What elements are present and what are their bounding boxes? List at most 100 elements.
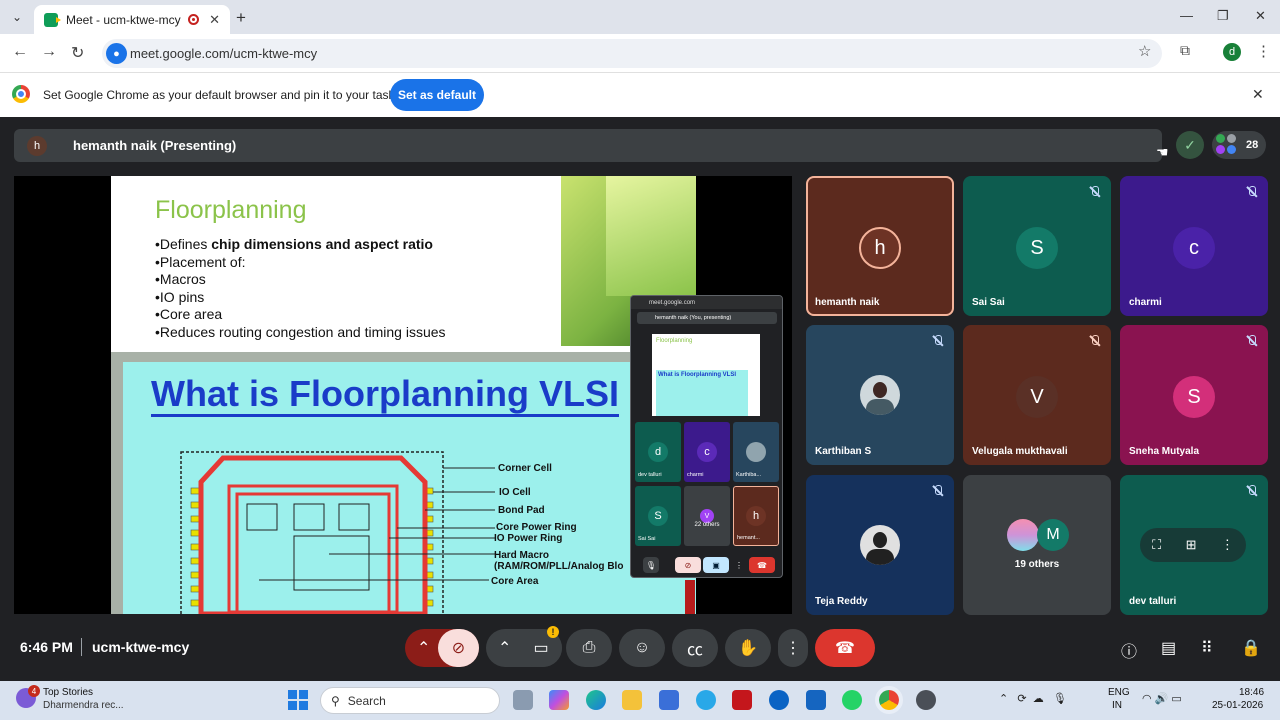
taskbar-search[interactable]: ⚲ Search xyxy=(320,687,500,714)
pip-avatar: V xyxy=(700,509,714,523)
bullet-text: •Placement of: xyxy=(155,253,246,270)
outlook-icon[interactable] xyxy=(806,690,826,710)
language-indicator[interactable]: ENG xyxy=(1108,687,1130,698)
forward-arrow-icon[interactable]: → xyxy=(41,43,57,61)
participant-tile[interactable]: V Velugala mukthavali xyxy=(963,325,1111,465)
reactions-button[interactable]: ☺ xyxy=(619,629,665,667)
label-bond-pad: Bond Pad xyxy=(498,505,545,516)
meeting-info-icon[interactable]: ⓘ xyxy=(1121,638,1137,662)
participant-tile[interactable]: c charmi xyxy=(1120,176,1268,316)
profile-avatar[interactable]: d xyxy=(1223,43,1241,61)
pip-slide-heading: What is Floorplanning VLSI xyxy=(658,372,736,378)
meeting-time: 6:46 PM xyxy=(20,639,73,655)
pip-presenting-bar: hemanth naik (You, presenting) xyxy=(637,312,777,324)
tile-more-icon[interactable]: ⋮ xyxy=(1221,537,1234,553)
chrome-taskbar-icon[interactable] xyxy=(875,686,903,714)
pip-camera-off-icon[interactable]: ⊘ xyxy=(675,557,701,573)
edge-icon[interactable] xyxy=(586,690,606,710)
host-controls-check-icon[interactable]: ✓ xyxy=(1176,131,1204,159)
taskbar-date[interactable]: 25-01-2026 xyxy=(1212,700,1263,711)
whatsapp-icon[interactable] xyxy=(842,690,862,710)
system-tray[interactable]: ⌃ ⟳ ☁ 🎙 xyxy=(999,692,1067,705)
pin-tile-icon[interactable]: ⊞ xyxy=(1186,537,1197,553)
minimize-icon[interactable]: — xyxy=(1180,8,1193,23)
task-view-icon[interactable] xyxy=(513,690,533,710)
chat-icon[interactable]: ▤ xyxy=(1161,638,1176,658)
url-text: meet.google.com/ucm-ktwe-mcy xyxy=(130,46,318,61)
file-explorer-icon[interactable] xyxy=(622,690,642,710)
pip-end-call-icon[interactable]: ☎ xyxy=(749,557,775,573)
taskbar-clock[interactable]: 18:46 xyxy=(1239,687,1264,698)
slide-bullets: •Defines chip dimensions and aspect rati… xyxy=(155,236,446,342)
raise-hand-button[interactable]: ✋ xyxy=(725,629,771,667)
extensions-puzzle-icon[interactable]: ⧉ xyxy=(1180,42,1190,59)
news-badge: 4 xyxy=(28,685,40,697)
bookmark-star-icon[interactable]: ☆ xyxy=(1138,42,1151,60)
region-indicator[interactable]: IN xyxy=(1112,700,1122,711)
participant-name: Karthiban S xyxy=(815,446,872,457)
address-bar[interactable]: ● meet.google.com/ucm-ktwe-mcy xyxy=(102,39,1162,68)
copilot-icon[interactable] xyxy=(549,690,569,710)
mic-in-use-icon[interactable]: ● xyxy=(106,43,127,64)
infobar-message: Set Google Chrome as your default browse… xyxy=(43,88,412,102)
back-arrow-icon[interactable]: ← xyxy=(12,43,28,61)
new-tab-plus-icon[interactable]: + xyxy=(236,8,246,28)
participant-tile[interactable]: h hemanth naik xyxy=(806,176,954,316)
chevron-up-icon[interactable]: ⌃ xyxy=(417,638,430,658)
pip-title-bar: meet.google.com xyxy=(631,296,782,309)
more-options-button[interactable]: ⋮ xyxy=(778,629,808,667)
wifi-volume-battery-icons[interactable]: ◠ 🔊 ▭ xyxy=(1142,692,1182,705)
others-tile[interactable]: M 19 others xyxy=(963,475,1111,615)
participant-tile[interactable]: S Sneha Mutyala xyxy=(1120,325,1268,465)
muted-mic-icon xyxy=(1246,186,1258,198)
participant-tile[interactable]: Karthiban S xyxy=(806,325,954,465)
app-icon[interactable] xyxy=(696,690,716,710)
shared-slide: Floorplanning •Defines chip dimensions a… xyxy=(111,176,696,614)
participant-name: Velugala mukthavali xyxy=(972,446,1068,457)
app-icon[interactable] xyxy=(916,690,936,710)
chrome-logo-icon xyxy=(12,85,30,103)
captions-button[interactable]: ㏄ xyxy=(672,629,718,667)
windows-start-icon[interactable] xyxy=(288,690,308,710)
hand-icon: ✋ xyxy=(738,640,758,657)
participant-tile[interactable]: S Sai Sai xyxy=(963,176,1111,316)
maximize-icon[interactable]: ❐ xyxy=(1217,8,1229,24)
pip-tile: c charmi xyxy=(684,422,730,482)
muted-mic-icon xyxy=(1089,186,1101,198)
participant-photo xyxy=(860,375,900,415)
mic-off-icon: ⊘ xyxy=(451,640,466,657)
pip-mic-icon[interactable]: 🎙 xyxy=(643,557,659,573)
store-icon[interactable] xyxy=(659,690,679,710)
tab-list-chevron-icon[interactable]: ⌄ xyxy=(6,7,28,27)
present-button[interactable]: ⎙ xyxy=(566,629,612,667)
tab-meet[interactable]: Meet - ucm-ktwe-mcy ✕ xyxy=(34,5,230,34)
participant-tile[interactable]: ⛶ ⊞ ⋮ dev talluri xyxy=(1120,475,1268,615)
frame-person-icon[interactable]: ⛶ xyxy=(1152,537,1161,553)
chrome-menu-icon[interactable]: ⋮ xyxy=(1256,42,1271,60)
pip-present-icon[interactable]: ▣ xyxy=(703,557,729,573)
activities-grid-icon[interactable]: ⠿ xyxy=(1201,638,1213,658)
leave-call-button[interactable]: ☎ xyxy=(815,629,875,667)
divider xyxy=(81,638,82,656)
others-count-label: 19 others xyxy=(1014,559,1060,570)
self-view-pip-window[interactable]: meet.google.com hemanth naik (You, prese… xyxy=(630,295,783,578)
pip-more-icon[interactable]: ⋮ xyxy=(731,557,747,573)
infobar-close-icon[interactable]: ✕ xyxy=(1252,86,1264,103)
news-title[interactable]: Top Stories xyxy=(43,687,93,698)
news-subtitle[interactable]: Dharmendra rec... xyxy=(43,700,124,711)
label-core-power-ring: Core Power Ring xyxy=(496,522,577,533)
participants-button[interactable]: 28 xyxy=(1212,131,1266,159)
muted-mic-icon xyxy=(932,485,944,497)
window-close-icon[interactable]: ✕ xyxy=(1255,8,1266,24)
hp-icon[interactable] xyxy=(769,690,789,710)
meeting-code: ucm-ktwe-mcy xyxy=(92,639,190,655)
participant-tile[interactable]: Teja Reddy xyxy=(806,475,954,615)
set-as-default-button[interactable]: Set as default xyxy=(390,79,484,111)
reload-icon[interactable]: ↻ xyxy=(71,43,84,63)
tab-close-icon[interactable]: ✕ xyxy=(209,12,220,28)
mic-off-button[interactable]: ⊘ xyxy=(438,629,479,667)
mcafee-icon[interactable] xyxy=(732,690,752,710)
chevron-up-icon[interactable]: ⌃ xyxy=(498,638,511,658)
participant-count: 28 xyxy=(1246,139,1259,151)
host-controls-lock-icon[interactable]: 🔒 xyxy=(1241,638,1261,658)
